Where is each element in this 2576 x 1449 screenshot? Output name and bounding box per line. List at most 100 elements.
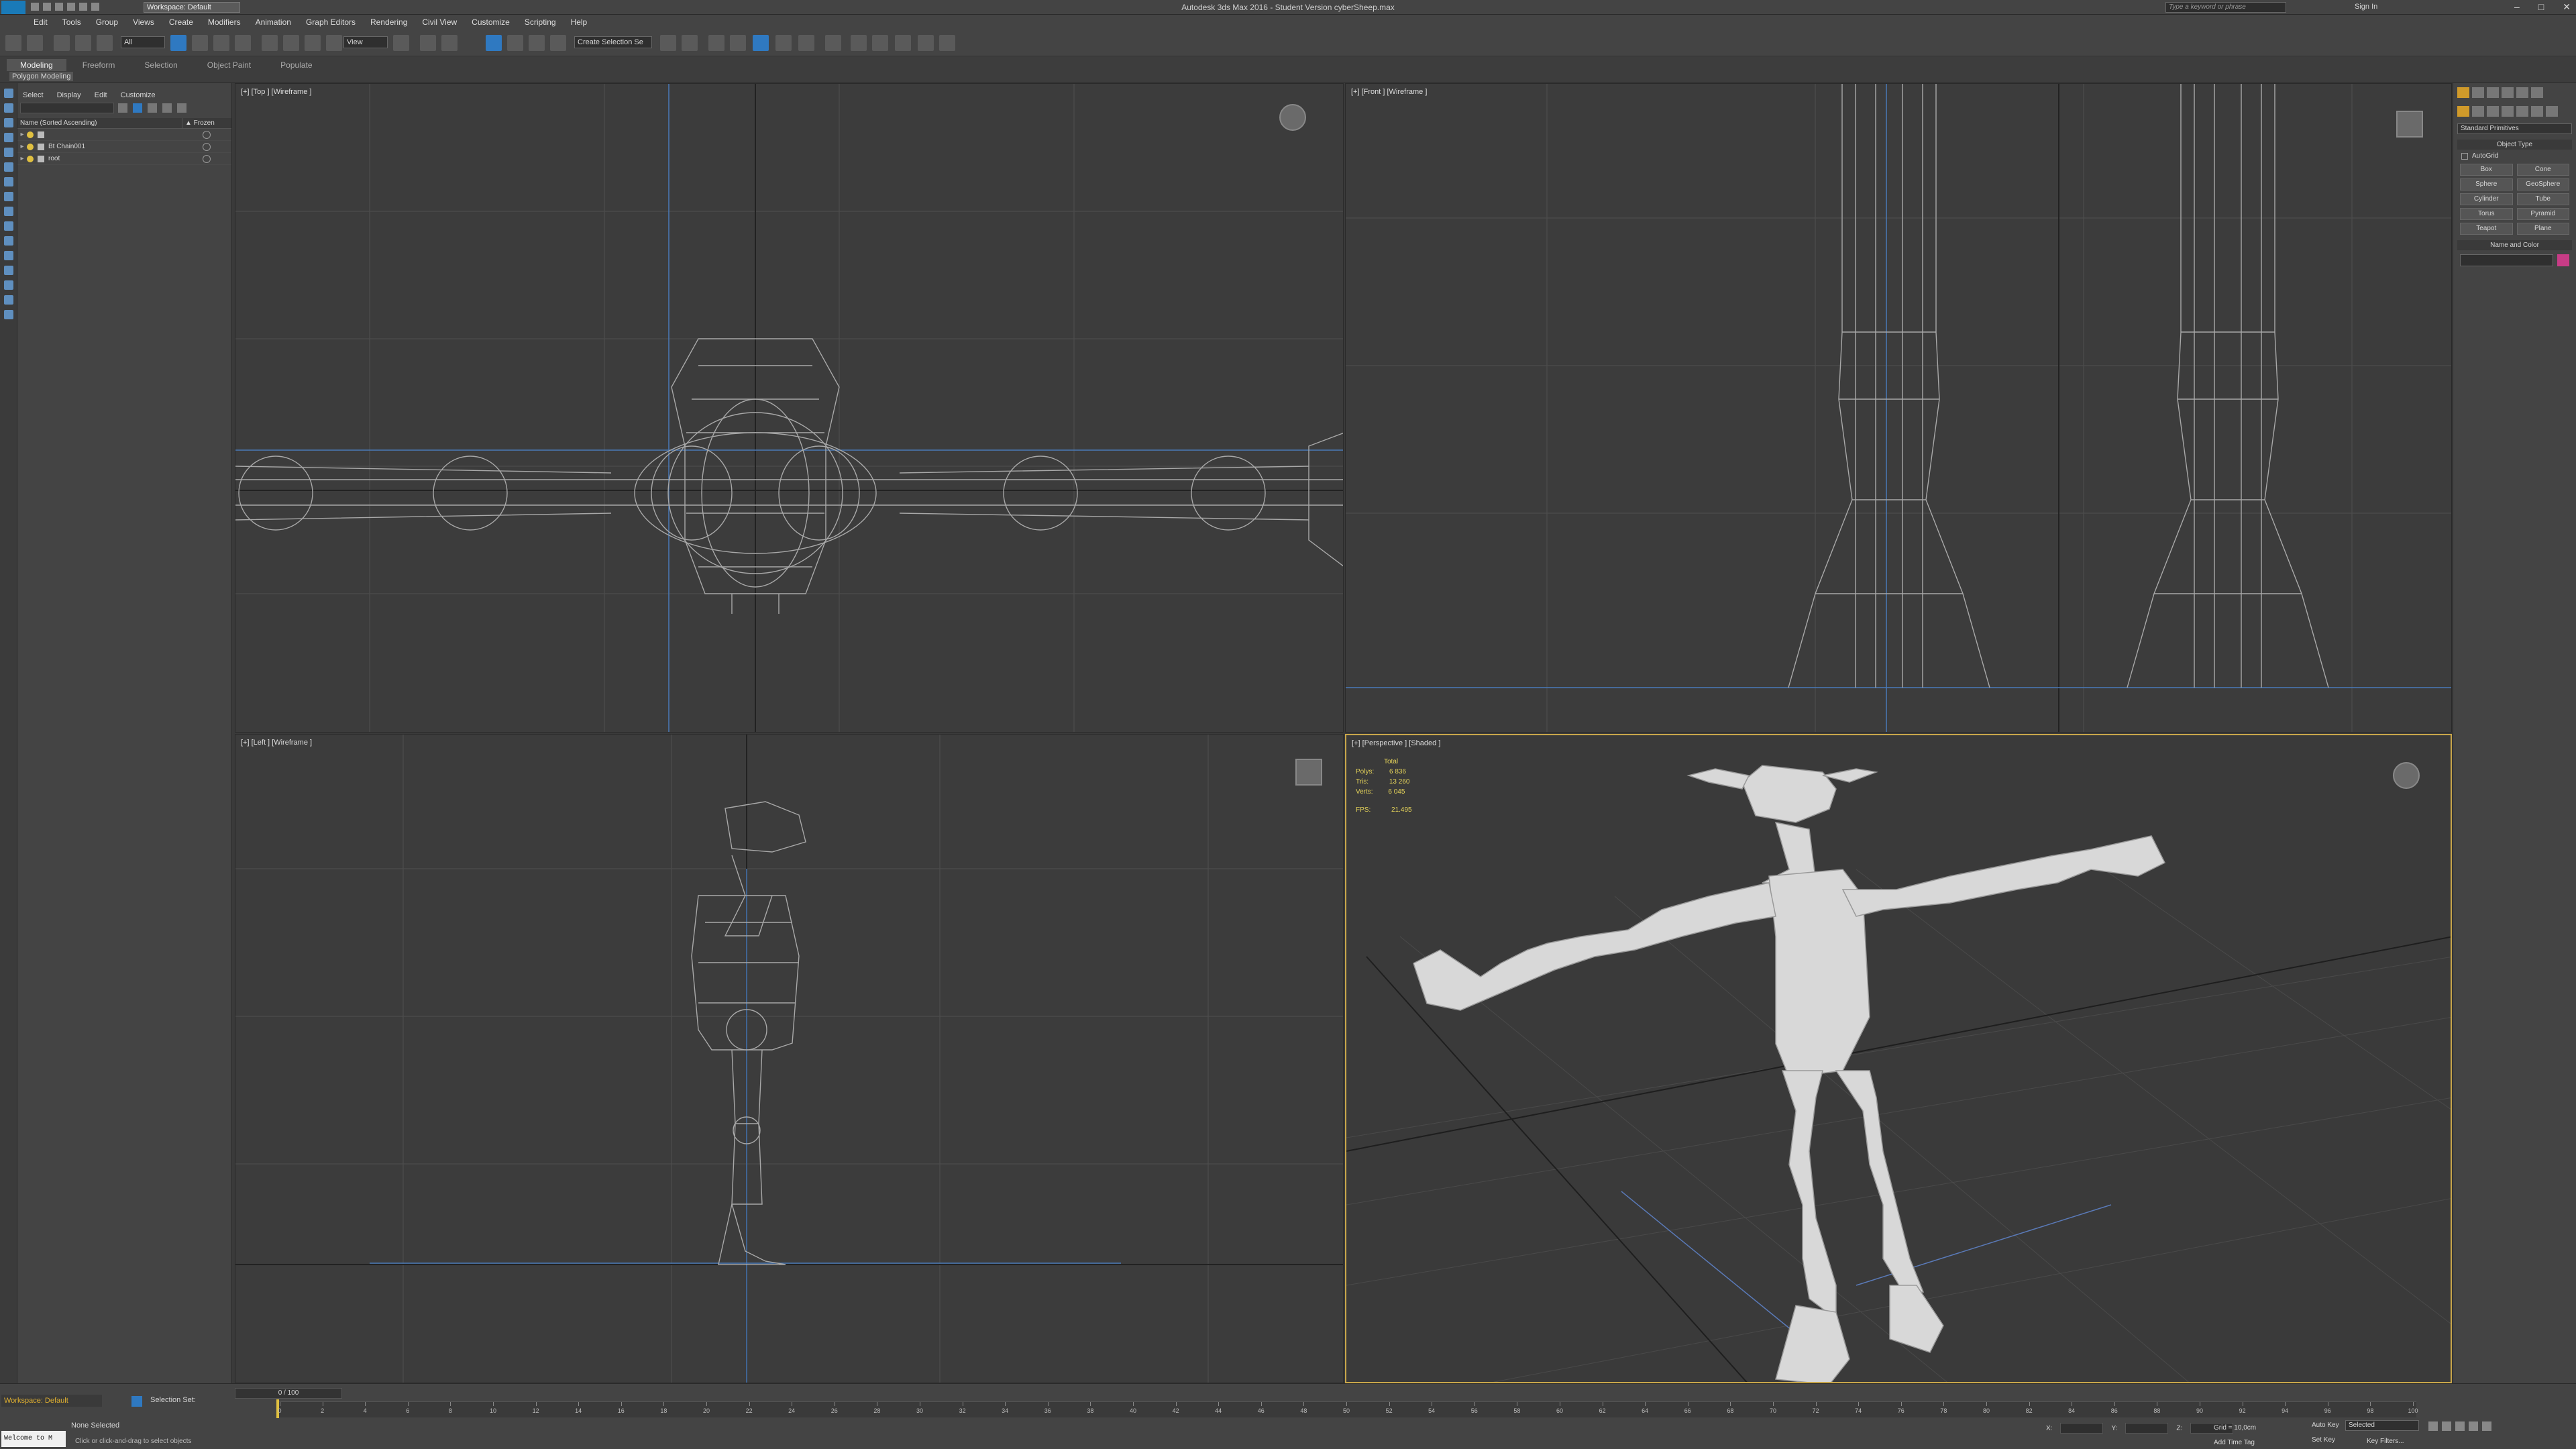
object-type-rollout[interactable]: Object Type xyxy=(2457,140,2572,150)
display-containers-icon[interactable] xyxy=(3,236,13,246)
column-header-frozen[interactable]: ▲ Frozen xyxy=(182,118,215,128)
project-icon[interactable] xyxy=(91,3,99,11)
clear-filter-icon[interactable] xyxy=(118,103,127,113)
viewport-left[interactable]: [+] [Left ] [Wireframe ] xyxy=(235,734,1344,1383)
maxscript-listener[interactable]: Welcome to M xyxy=(1,1431,66,1447)
percent-snap-icon[interactable] xyxy=(529,35,545,51)
viewcube-icon[interactable] xyxy=(1295,759,1322,786)
previous-frame-icon[interactable] xyxy=(2442,1421,2451,1431)
display-tab-icon[interactable] xyxy=(2516,87,2528,98)
cameras-icon[interactable] xyxy=(2502,106,2514,117)
key-filters-button[interactable]: Key Filters... xyxy=(2367,1438,2404,1445)
spacewarps-icon[interactable] xyxy=(2531,106,2543,117)
column-header-name[interactable]: Name (Sorted Ascending) xyxy=(17,118,182,128)
tab-populate[interactable]: Populate xyxy=(267,59,325,71)
rendered-frame-icon[interactable] xyxy=(872,35,888,51)
explorer-search-input[interactable] xyxy=(20,103,114,113)
snaps-toggle-icon[interactable] xyxy=(486,35,502,51)
menu-tools[interactable]: Tools xyxy=(62,17,81,27)
systems-icon[interactable] xyxy=(2546,106,2558,117)
menu-customize[interactable]: Customize xyxy=(472,17,510,27)
geometry-icon[interactable] xyxy=(2457,106,2469,117)
unlink-icon[interactable] xyxy=(75,35,91,51)
motion-tab-icon[interactable] xyxy=(2502,87,2514,98)
display-geometry-icon[interactable] xyxy=(3,103,13,113)
find-icon[interactable] xyxy=(177,103,186,113)
box-button[interactable]: Box xyxy=(2460,164,2513,176)
rotate-icon[interactable] xyxy=(283,35,299,51)
move-icon[interactable] xyxy=(262,35,278,51)
undo-icon[interactable] xyxy=(67,3,75,11)
visibility-icon[interactable] xyxy=(27,131,34,138)
tab-freeform[interactable]: Freeform xyxy=(69,59,129,71)
undo-icon[interactable] xyxy=(5,35,21,51)
align-icon[interactable] xyxy=(682,35,698,51)
minimize-icon[interactable]: – xyxy=(2514,1,2520,13)
tab-modeling[interactable]: Modeling xyxy=(7,59,66,71)
display-shapes-icon[interactable] xyxy=(3,118,13,127)
frozen-toggle-icon[interactable] xyxy=(203,154,211,163)
autogrid-checkbox[interactable]: AutoGrid xyxy=(2461,152,2568,160)
menu-edit[interactable]: Edit xyxy=(34,17,48,27)
display-lights-icon[interactable] xyxy=(3,133,13,142)
link-icon[interactable] xyxy=(54,35,70,51)
mirror-icon[interactable] xyxy=(660,35,676,51)
auto-key-button[interactable]: Auto Key xyxy=(2312,1421,2339,1429)
menu-civil-view[interactable]: Civil View xyxy=(422,17,457,27)
selection-set-icon[interactable] xyxy=(131,1396,142,1407)
object-color-swatch[interactable] xyxy=(2557,254,2569,266)
add-time-tag[interactable]: Add Time Tag xyxy=(2214,1439,2255,1446)
search-input[interactable]: Type a keyword or phrase xyxy=(2165,2,2286,13)
material-editor-icon[interactable] xyxy=(825,35,841,51)
menu-rendering[interactable]: Rendering xyxy=(370,17,407,27)
selection-filter-dropdown[interactable]: All xyxy=(121,36,165,48)
named-selection-dropdown[interactable]: Create Selection Se xyxy=(574,36,652,48)
viewport-label-top[interactable]: [+] [Top ] [Wireframe ] xyxy=(241,88,311,96)
viewport-label-left[interactable]: [+] [Left ] [Wireframe ] xyxy=(241,739,312,747)
torus-button[interactable]: Torus xyxy=(2460,208,2513,220)
menu-create[interactable]: Create xyxy=(169,17,193,27)
bind-spacewarp-icon[interactable] xyxy=(97,35,113,51)
ribbon-subtab-polygon-modeling[interactable]: Polygon Modeling xyxy=(9,72,74,81)
track-bar[interactable]: 0 2 4 6 8 10 12 14 16 18 20 22 24 26 28 30 32 34 36 38 40 42 4… xyxy=(276,1399,2418,1418)
display-helpers-icon[interactable] xyxy=(3,162,13,172)
viewcube-icon[interactable] xyxy=(2396,111,2423,138)
display-children-icon[interactable] xyxy=(3,295,13,305)
angle-snap-icon[interactable] xyxy=(507,35,523,51)
layer-explorer-icon[interactable] xyxy=(730,35,746,51)
helpers-icon[interactable] xyxy=(2516,106,2528,117)
expand-icon[interactable]: ▸ xyxy=(17,155,27,162)
redo-icon[interactable] xyxy=(79,3,87,11)
a360-render-icon[interactable] xyxy=(939,35,955,51)
reference-coord-dropdown[interactable]: View xyxy=(343,36,388,48)
explorer-menu-display[interactable]: Display xyxy=(57,91,81,101)
render-icon[interactable] xyxy=(895,35,911,51)
sign-in-link[interactable]: Sign In xyxy=(2355,3,2377,11)
explorer-menu-select[interactable]: Select xyxy=(23,91,44,101)
lock-icon[interactable] xyxy=(148,103,157,113)
select-by-name-icon[interactable] xyxy=(192,35,208,51)
go-to-start-icon[interactable] xyxy=(2428,1421,2438,1431)
viewport-perspective[interactable]: [+] [Perspective ] [Shaded ] Total Polys… xyxy=(1345,734,2452,1383)
select-manipulate-icon[interactable] xyxy=(420,35,436,51)
checkbox-icon[interactable] xyxy=(2461,152,2468,160)
schematic-view-icon[interactable] xyxy=(798,35,814,51)
coord-x-input[interactable] xyxy=(2060,1423,2104,1434)
render-iterative-icon[interactable] xyxy=(918,35,934,51)
menu-group[interactable]: Group xyxy=(96,17,118,27)
list-item[interactable]: ▸ Bt Chain001 xyxy=(17,141,231,153)
maximize-icon[interactable]: □ xyxy=(2538,1,2544,13)
menu-views[interactable]: Views xyxy=(133,17,154,27)
sort-hierarchy-icon[interactable] xyxy=(133,103,142,113)
pyramid-button[interactable]: Pyramid xyxy=(2516,208,2569,220)
visibility-icon[interactable] xyxy=(27,143,34,150)
window-crossing-icon[interactable] xyxy=(235,35,251,51)
list-item[interactable]: ▸ root xyxy=(17,153,231,165)
plane-button[interactable]: Plane xyxy=(2516,223,2569,235)
hierarchy-tab-icon[interactable] xyxy=(2487,87,2499,98)
display-spacewarps-icon[interactable] xyxy=(3,177,13,186)
time-slider[interactable]: 0 / 100 xyxy=(235,1388,342,1399)
teapot-button[interactable]: Teapot xyxy=(2460,223,2513,235)
open-icon[interactable] xyxy=(43,3,51,11)
object-name-input[interactable] xyxy=(2460,254,2553,266)
